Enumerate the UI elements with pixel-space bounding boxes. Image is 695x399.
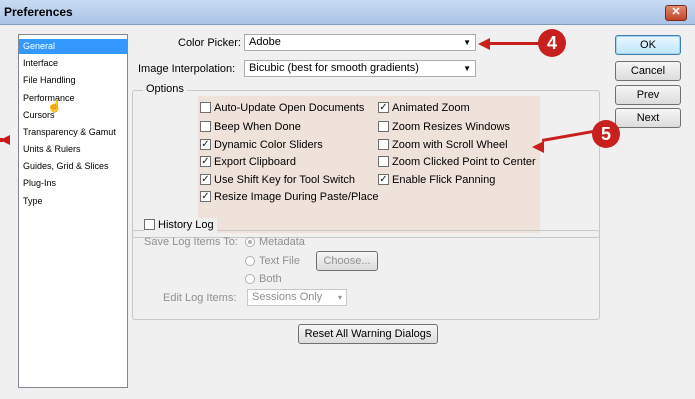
pointer-arrow-icon	[0, 135, 10, 145]
auto-update-label: Auto-Update Open Documents	[214, 102, 365, 114]
preferences-dialog: General Interface File Handling Performa…	[0, 25, 695, 399]
resize-image-label: Resize Image During Paste/Place	[214, 191, 379, 203]
checkbox-box[interactable]	[200, 139, 211, 150]
color-picker-select[interactable]: Adobe ▼	[244, 34, 476, 51]
both-label: Both	[259, 273, 282, 285]
callout-5-badge: 5	[592, 120, 620, 148]
scroll-wheel-label: Zoom with Scroll Wheel	[392, 139, 508, 151]
category-list[interactable]: General Interface File Handling Performa…	[18, 34, 128, 388]
window-title: Preferences	[4, 5, 73, 19]
shift-key-checkbox[interactable]: Use Shift Key for Tool Switch	[200, 173, 355, 188]
history-log-label: History Log	[158, 219, 214, 231]
interpolation-select[interactable]: Bicubic (best for smooth gradients) ▼	[244, 60, 476, 77]
animated-zoom-label: Animated Zoom	[392, 102, 470, 114]
interpolation-value: Bicubic (best for smooth gradients)	[249, 62, 419, 74]
next-button[interactable]: Next	[615, 108, 681, 128]
sidebar-item-performance[interactable]: Performance	[19, 91, 127, 106]
callout-4-line	[488, 42, 540, 45]
chevron-down-icon: ▼	[463, 64, 471, 73]
history-log-checkbox[interactable]: History Log	[144, 218, 217, 233]
flick-panning-checkbox[interactable]: Enable Flick Panning	[378, 173, 495, 188]
sidebar-item-guides[interactable]: Guides, Grid & Slices	[19, 159, 127, 174]
metadata-label: Metadata	[259, 236, 305, 248]
checkbox-box[interactable]	[378, 102, 389, 113]
save-log-label: Save Log Items To:	[144, 236, 238, 248]
cancel-button[interactable]: Cancel	[615, 61, 681, 81]
color-picker-label: Color Picker:	[178, 37, 241, 49]
zoom-resizes-checkbox[interactable]: Zoom Resizes Windows	[378, 120, 510, 135]
text-file-radio[interactable]: Text File	[245, 254, 300, 269]
zoom-center-checkbox[interactable]: Zoom Clicked Point to Center	[378, 155, 536, 170]
edit-log-value: Sessions Only	[252, 291, 323, 303]
chevron-down-icon: ▾	[337, 293, 342, 302]
callout-4-badge: 4	[538, 29, 566, 57]
sidebar-item-units[interactable]: Units & Rulers	[19, 142, 127, 157]
checkbox-box[interactable]	[200, 121, 211, 132]
sidebar-item-type[interactable]: Type	[19, 194, 127, 209]
checkbox-box[interactable]	[378, 156, 389, 167]
callout-5-arrow-icon	[532, 141, 544, 153]
checkbox-box[interactable]	[378, 174, 389, 185]
beep-label: Beep When Done	[214, 121, 301, 133]
animated-zoom-checkbox[interactable]: Animated Zoom	[378, 101, 470, 116]
export-clipboard-checkbox[interactable]: Export Clipboard	[200, 155, 296, 170]
checkbox-box[interactable]	[200, 156, 211, 167]
interpolation-label: Image Interpolation:	[138, 63, 236, 75]
checkbox-box[interactable]	[200, 102, 211, 113]
sidebar-item-general[interactable]: General	[19, 39, 127, 54]
choose-button[interactable]: Choose...	[316, 251, 378, 271]
shift-key-label: Use Shift Key for Tool Switch	[214, 174, 356, 186]
beep-checkbox[interactable]: Beep When Done	[200, 120, 301, 135]
metadata-radio[interactable]: Metadata	[245, 235, 305, 250]
radio-icon[interactable]	[245, 256, 255, 266]
sidebar-item-cursors[interactable]: Cursors	[19, 108, 127, 123]
sidebar-item-plugins[interactable]: Plug-Ins	[19, 176, 127, 191]
options-title: Options	[143, 83, 187, 95]
color-picker-value: Adobe	[249, 36, 281, 48]
checkbox-box[interactable]	[200, 191, 211, 202]
auto-update-checkbox[interactable]: Auto-Update Open Documents	[200, 101, 364, 116]
dynamic-sliders-label: Dynamic Color Sliders	[214, 139, 323, 151]
sidebar-item-transparency[interactable]: Transparency & Gamut	[19, 125, 127, 140]
export-clipboard-label: Export Clipboard	[214, 156, 296, 168]
edit-log-label: Edit Log Items:	[163, 292, 237, 304]
edit-log-select[interactable]: Sessions Only ▾	[247, 289, 347, 306]
sidebar-item-interface[interactable]: Interface	[19, 56, 127, 71]
checkbox-box[interactable]	[378, 139, 389, 150]
ok-button[interactable]: OK	[615, 35, 681, 55]
prev-button[interactable]: Prev	[615, 85, 681, 105]
resize-image-checkbox[interactable]: Resize Image During Paste/Place	[200, 190, 378, 205]
scroll-wheel-checkbox[interactable]: Zoom with Scroll Wheel	[378, 138, 508, 153]
text-file-label: Text File	[259, 255, 300, 267]
zoom-resizes-label: Zoom Resizes Windows	[392, 121, 510, 133]
checkbox-box[interactable]	[378, 121, 389, 132]
checkbox-box[interactable]	[200, 174, 211, 185]
close-button[interactable]: ✕	[665, 5, 687, 21]
dynamic-sliders-checkbox[interactable]: Dynamic Color Sliders	[200, 138, 323, 153]
radio-icon[interactable]	[245, 274, 255, 284]
chevron-down-icon: ▼	[463, 38, 471, 47]
title-bar: Preferences ✕	[0, 0, 695, 25]
flick-panning-label: Enable Flick Panning	[392, 174, 496, 186]
sidebar-item-file-handling[interactable]: File Handling	[19, 73, 127, 88]
checkbox-box[interactable]	[144, 219, 155, 230]
zoom-center-label: Zoom Clicked Point to Center	[392, 156, 536, 168]
both-radio[interactable]: Both	[245, 272, 282, 287]
reset-warnings-button[interactable]: Reset All Warning Dialogs	[298, 324, 438, 344]
hand-cursor-icon: ☝	[47, 99, 62, 113]
radio-icon[interactable]	[245, 237, 255, 247]
